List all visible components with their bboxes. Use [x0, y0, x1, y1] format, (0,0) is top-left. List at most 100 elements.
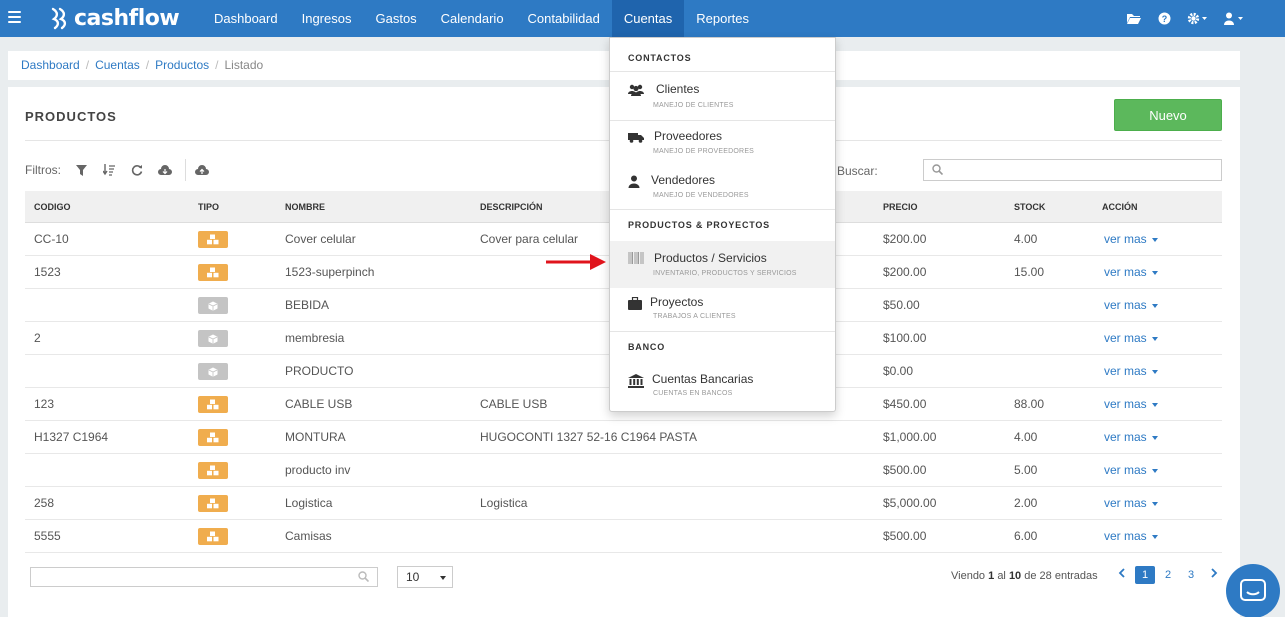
refresh-icon[interactable]	[129, 162, 145, 178]
service-type-icon	[198, 330, 228, 347]
menu-sublabel: CUENTAS EN BANCOS	[653, 390, 733, 397]
page-1[interactable]: 1	[1135, 566, 1155, 584]
table-row[interactable]: 5555 Camisas $500.00 6.00 ver mas	[25, 520, 1222, 553]
sort-icon[interactable]	[101, 162, 117, 178]
nav-contabilidad[interactable]: Contabilidad	[516, 0, 612, 37]
cell-stock: 5.00	[1014, 463, 1038, 477]
nav-reportes[interactable]: Reportes	[684, 0, 761, 37]
ver-mas-dropdown[interactable]: ver mas	[1104, 355, 1158, 388]
logo-icon	[51, 7, 67, 30]
menu-item-proveedores[interactable]: Proveedores MANEJO DE PROVEEDORES	[610, 122, 835, 166]
nav-gastos[interactable]: Gastos	[363, 0, 428, 37]
new-button[interactable]: Nuevo	[1114, 99, 1222, 131]
folder-icon[interactable]	[1126, 12, 1142, 25]
gear-icon[interactable]	[1187, 12, 1207, 25]
col-codigo[interactable]: CODIGO	[34, 191, 71, 223]
upload-cloud-icon[interactable]	[194, 162, 210, 178]
ver-mas-dropdown[interactable]: ver mas	[1104, 487, 1158, 520]
ver-mas-dropdown[interactable]: ver mas	[1104, 256, 1158, 289]
menu-label: Vendedores	[651, 173, 716, 187]
breadcrumb-current: Listado	[224, 58, 264, 72]
cell-codigo: 5555	[34, 529, 61, 543]
cell-precio: $1,000.00	[883, 430, 937, 444]
ver-mas-dropdown[interactable]: ver mas	[1104, 322, 1158, 355]
col-tipo[interactable]: TIPO	[198, 191, 219, 223]
breadcrumb-cuentas[interactable]: Cuentas	[95, 58, 140, 72]
ver-mas-label: ver mas	[1104, 529, 1147, 543]
barcode-icon	[628, 252, 644, 264]
service-type-icon	[198, 363, 228, 380]
nav-calendario[interactable]: Calendario	[429, 0, 516, 37]
cell-stock: 15.00	[1014, 265, 1045, 279]
chevron-down-icon	[1151, 534, 1158, 539]
filter-icon[interactable]	[73, 162, 89, 178]
search-input[interactable]	[923, 159, 1222, 181]
logo[interactable]: cashflow	[50, 5, 180, 31]
top-right-icons: ?	[1126, 0, 1285, 37]
entries-info: Viendo 1 al 10 de 28 entradas	[951, 570, 1098, 582]
cell-descripcion: HUGOCONTI 1327 52-16 C1964 PASTA	[480, 430, 697, 444]
cell-nombre: Camisas	[285, 529, 332, 543]
svg-text:?: ?	[1162, 14, 1168, 24]
nav-cuentas[interactable]: Cuentas	[611, 0, 685, 37]
chevron-down-icon	[1151, 336, 1158, 341]
ver-mas-dropdown[interactable]: ver mas	[1104, 520, 1158, 553]
chevron-down-icon	[1151, 402, 1158, 407]
product-type-icon	[198, 264, 228, 281]
page-2[interactable]: 2	[1158, 566, 1178, 584]
search-icon	[358, 571, 370, 585]
page-3[interactable]: 3	[1181, 566, 1201, 584]
col-precio[interactable]: PRECIO	[883, 191, 918, 223]
menu-label: Clientes	[656, 82, 700, 96]
menu-item-vendedores[interactable]: Vendedores MANEJO DE VENDEDORES	[610, 166, 835, 209]
cell-nombre: CABLE USB	[285, 397, 353, 411]
col-nombre[interactable]: NOMBRE	[285, 191, 325, 223]
user-icon[interactable]	[1223, 12, 1245, 25]
chevron-down-icon	[1151, 303, 1158, 308]
help-icon[interactable]: ?	[1158, 12, 1171, 25]
footer-search-input[interactable]	[30, 567, 378, 587]
next-page-icon[interactable]	[1204, 566, 1224, 584]
cell-nombre: PRODUCTO	[285, 364, 354, 378]
chat-button[interactable]	[1226, 564, 1280, 617]
cell-nombre: producto inv	[285, 463, 351, 477]
download-cloud-icon[interactable]	[157, 162, 173, 178]
table-row[interactable]: H1327 C1964 MONTURA HUGOCONTI 1327 52-16 C…	[25, 421, 1222, 454]
ver-mas-dropdown[interactable]: ver mas	[1104, 454, 1158, 487]
filters-label: Filtros:	[25, 163, 61, 177]
ver-mas-dropdown[interactable]: ver mas	[1104, 289, 1158, 322]
ver-mas-dropdown[interactable]: ver mas	[1104, 388, 1158, 421]
cell-descripcion: Logistica	[480, 496, 528, 510]
breadcrumb-productos[interactable]: Productos	[155, 58, 209, 72]
table-row[interactable]: 258 Logistica Logistica $5,000.00 2.00 ver ma…	[25, 487, 1222, 520]
table-row[interactable]: producto inv $500.00 5.00 ver mas	[25, 454, 1222, 487]
prev-page-icon[interactable]	[1112, 566, 1132, 584]
menu-label: Proveedores	[654, 129, 723, 143]
menu-sublabel: MANEJO DE CLIENTES	[653, 102, 734, 109]
cell-descripcion: CABLE USB	[480, 397, 548, 411]
menu-icon[interactable]	[8, 11, 21, 23]
cell-nombre: Cover celular	[285, 232, 356, 246]
col-descripcion[interactable]: DESCRIPCIÓN	[480, 191, 543, 223]
ver-mas-dropdown[interactable]: ver mas	[1104, 223, 1158, 256]
chevron-down-icon	[1151, 369, 1158, 374]
logo-text: cashflow	[74, 5, 180, 31]
user-icon	[628, 175, 640, 188]
page-size-select[interactable]: 10	[397, 566, 453, 588]
menu-item-clientes[interactable]: Clientes MANEJO DE CLIENTES	[610, 76, 835, 120]
nav-dashboard[interactable]: Dashboard	[202, 0, 290, 37]
ver-mas-dropdown[interactable]: ver mas	[1104, 421, 1158, 454]
cell-nombre: MONTURA	[285, 430, 346, 444]
cell-stock: 88.00	[1014, 397, 1045, 411]
breadcrumb-dashboard[interactable]: Dashboard	[21, 58, 80, 72]
menu-item-cuentas-bancarias[interactable]: Cuentas Bancarias CUENTAS EN BANCOS	[610, 363, 835, 408]
menu-item-productos-servicios[interactable]: Productos / Servicios INVENTARIO, PRODUC…	[610, 241, 835, 288]
nav-ingresos[interactable]: Ingresos	[290, 0, 364, 37]
chevron-down-icon	[1151, 468, 1158, 473]
col-stock[interactable]: STOCK	[1014, 191, 1045, 223]
menu-item-proyectos[interactable]: Proyectos TRABAJOS A CLIENTES	[610, 288, 835, 331]
cell-stock: 6.00	[1014, 529, 1038, 543]
menu-sublabel: MANEJO DE PROVEEDORES	[653, 148, 755, 155]
cell-codigo: H1327 C1964	[34, 430, 109, 444]
chevron-down-icon	[1151, 270, 1158, 275]
